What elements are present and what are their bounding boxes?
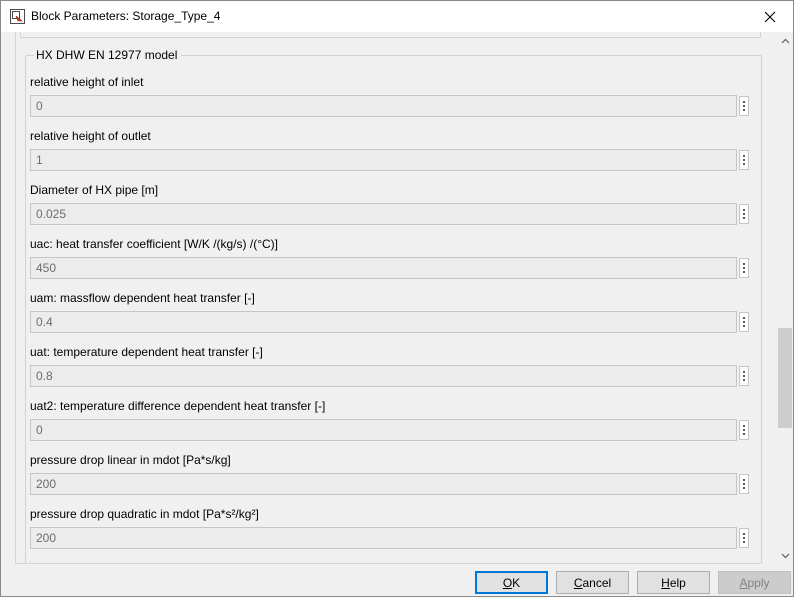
param-uat: uat: temperature dependent heat transfer… [30, 345, 760, 399]
apply-button[interactable]: Apply [718, 571, 791, 594]
param-relative-height-outlet: relative height of outlet [30, 129, 760, 183]
param-label: uat: temperature dependent heat transfer… [30, 345, 263, 359]
close-icon [764, 11, 776, 22]
help-button[interactable]: Help [637, 571, 710, 594]
block-parameters-dialog: Block Parameters: Storage_Type_4 HX DHW … [0, 0, 794, 597]
uat2-input[interactable] [30, 419, 737, 441]
pressure-drop-linear-input[interactable] [30, 473, 737, 495]
parameter-options-menu-icon[interactable] [739, 150, 749, 170]
scroll-up-button[interactable] [777, 32, 793, 49]
uat-input[interactable] [30, 365, 737, 387]
param-uac: uac: heat transfer coefficient [W/K /(kg… [30, 237, 760, 291]
previous-group-border [20, 32, 761, 38]
param-uam: uam: massflow dependent heat transfer [-… [30, 291, 760, 345]
parameter-options-menu-icon[interactable] [739, 258, 749, 278]
parameter-options-menu-icon[interactable] [739, 312, 749, 332]
parameter-options-menu-icon[interactable] [739, 420, 749, 440]
param-label: uac: heat transfer coefficient [W/K /(kg… [30, 237, 278, 251]
param-pressure-drop-linear: pressure drop linear in mdot [Pa*s/kg] [30, 453, 760, 507]
relative-height-outlet-input[interactable] [30, 149, 737, 171]
param-label: relative height of outlet [30, 129, 151, 143]
dialog-button-bar: OK Cancel Help Apply [1, 566, 793, 596]
help-mnemonic: H [661, 575, 670, 590]
ok-button[interactable]: OK [475, 571, 548, 594]
simulink-block-icon [10, 9, 25, 24]
param-pressure-drop-quadratic: pressure drop quadratic in mdot [Pa*s²/k… [30, 507, 760, 561]
uac-input[interactable] [30, 257, 737, 279]
parameter-options-menu-icon[interactable] [739, 96, 749, 116]
pressure-drop-quadratic-input[interactable] [30, 527, 737, 549]
chevron-up-icon [781, 38, 789, 43]
apply-mnemonic: A [739, 575, 748, 590]
parameter-options-menu-icon[interactable] [739, 366, 749, 386]
param-label: pressure drop linear in mdot [Pa*s/kg] [30, 453, 231, 467]
parameter-options-menu-icon[interactable] [739, 528, 749, 548]
chevron-down-icon [781, 553, 789, 558]
hx-pipe-diameter-input[interactable] [30, 203, 737, 225]
param-label: pressure drop quadratic in mdot [Pa*s²/k… [30, 507, 259, 521]
param-label: Diameter of HX pipe [m] [30, 183, 159, 197]
title-bar[interactable]: Block Parameters: Storage_Type_4 [1, 1, 793, 32]
cancel-mnemonic: C [573, 575, 583, 590]
apply-label-rest: pply [747, 575, 770, 590]
window-title: Block Parameters: Storage_Type_4 [31, 9, 221, 23]
param-label: uam: massflow dependent heat transfer [-… [30, 291, 255, 305]
param-relative-height-inlet: relative height of inlet [30, 75, 760, 129]
uam-input[interactable] [30, 311, 737, 333]
help-label-rest: elp [669, 575, 686, 590]
parameter-scroll-area[interactable]: HX DHW EN 12977 model relative height of… [15, 32, 762, 564]
close-button[interactable] [747, 1, 793, 32]
group-title: HX DHW EN 12977 model [34, 48, 182, 62]
vertical-scrollbar[interactable] [777, 32, 793, 564]
scroll-down-button[interactable] [777, 547, 793, 564]
relative-height-inlet-input[interactable] [30, 95, 737, 117]
param-label: relative height of inlet [30, 75, 144, 89]
parameter-options-menu-icon[interactable] [739, 204, 749, 224]
ok-mnemonic: O [502, 575, 513, 590]
param-label: uat2: temperature difference dependent h… [30, 399, 326, 413]
cancel-label-rest: ancel [582, 575, 612, 590]
param-hx-pipe-diameter: Diameter of HX pipe [m] [30, 183, 760, 237]
scrollbar-thumb[interactable] [778, 328, 792, 428]
ok-label-rest: K [512, 575, 521, 590]
cancel-button[interactable]: Cancel [556, 571, 629, 594]
parameter-options-menu-icon[interactable] [739, 474, 749, 494]
param-uat2: uat2: temperature difference dependent h… [30, 399, 760, 453]
hx-dhw-group: HX DHW EN 12977 model relative height of… [25, 48, 762, 563]
